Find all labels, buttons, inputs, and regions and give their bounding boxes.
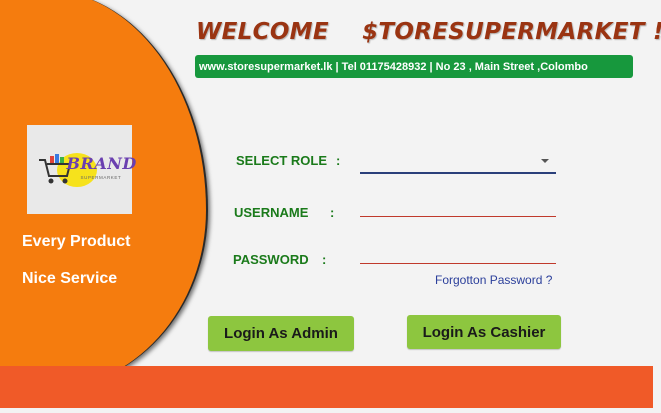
role-colon: :	[336, 153, 341, 168]
username-field[interactable]	[360, 197, 556, 217]
chevron-down-icon[interactable]	[541, 159, 549, 163]
password-label: PASSWORD	[233, 252, 309, 267]
logo-brand-text: BRAND	[66, 153, 137, 173]
footer-bar	[0, 366, 653, 408]
username-label: USERNAME	[234, 205, 309, 220]
login-cashier-button[interactable]: Login As Cashier	[407, 315, 561, 349]
store-info-bar: www.storesupermarket.lk | Tel 0117542893…	[195, 55, 633, 78]
forgot-password-link[interactable]: Forgotton Password ?	[435, 273, 552, 287]
select-role-label: SELECT ROLE	[236, 153, 328, 168]
login-admin-button[interactable]: Login As Admin	[208, 316, 354, 351]
username-colon: :	[330, 205, 335, 220]
welcome-title: WELCOME $TORESUPERMARKET !	[196, 19, 661, 45]
logo-graphic: BRAND SUPERMARKET	[37, 150, 136, 190]
password-field[interactable]	[360, 244, 556, 264]
logo-subtitle: SUPERMARKET	[80, 174, 122, 180]
tagline-every-product: Every Product	[22, 233, 131, 250]
password-colon: :	[322, 252, 327, 267]
login-window: BRAND SUPERMARKET Every Product Nice Ser…	[0, 0, 661, 413]
brand-logo: BRAND SUPERMARKET	[27, 125, 136, 214]
role-select[interactable]	[360, 150, 556, 174]
tagline-nice-service: Nice Service	[22, 270, 118, 287]
